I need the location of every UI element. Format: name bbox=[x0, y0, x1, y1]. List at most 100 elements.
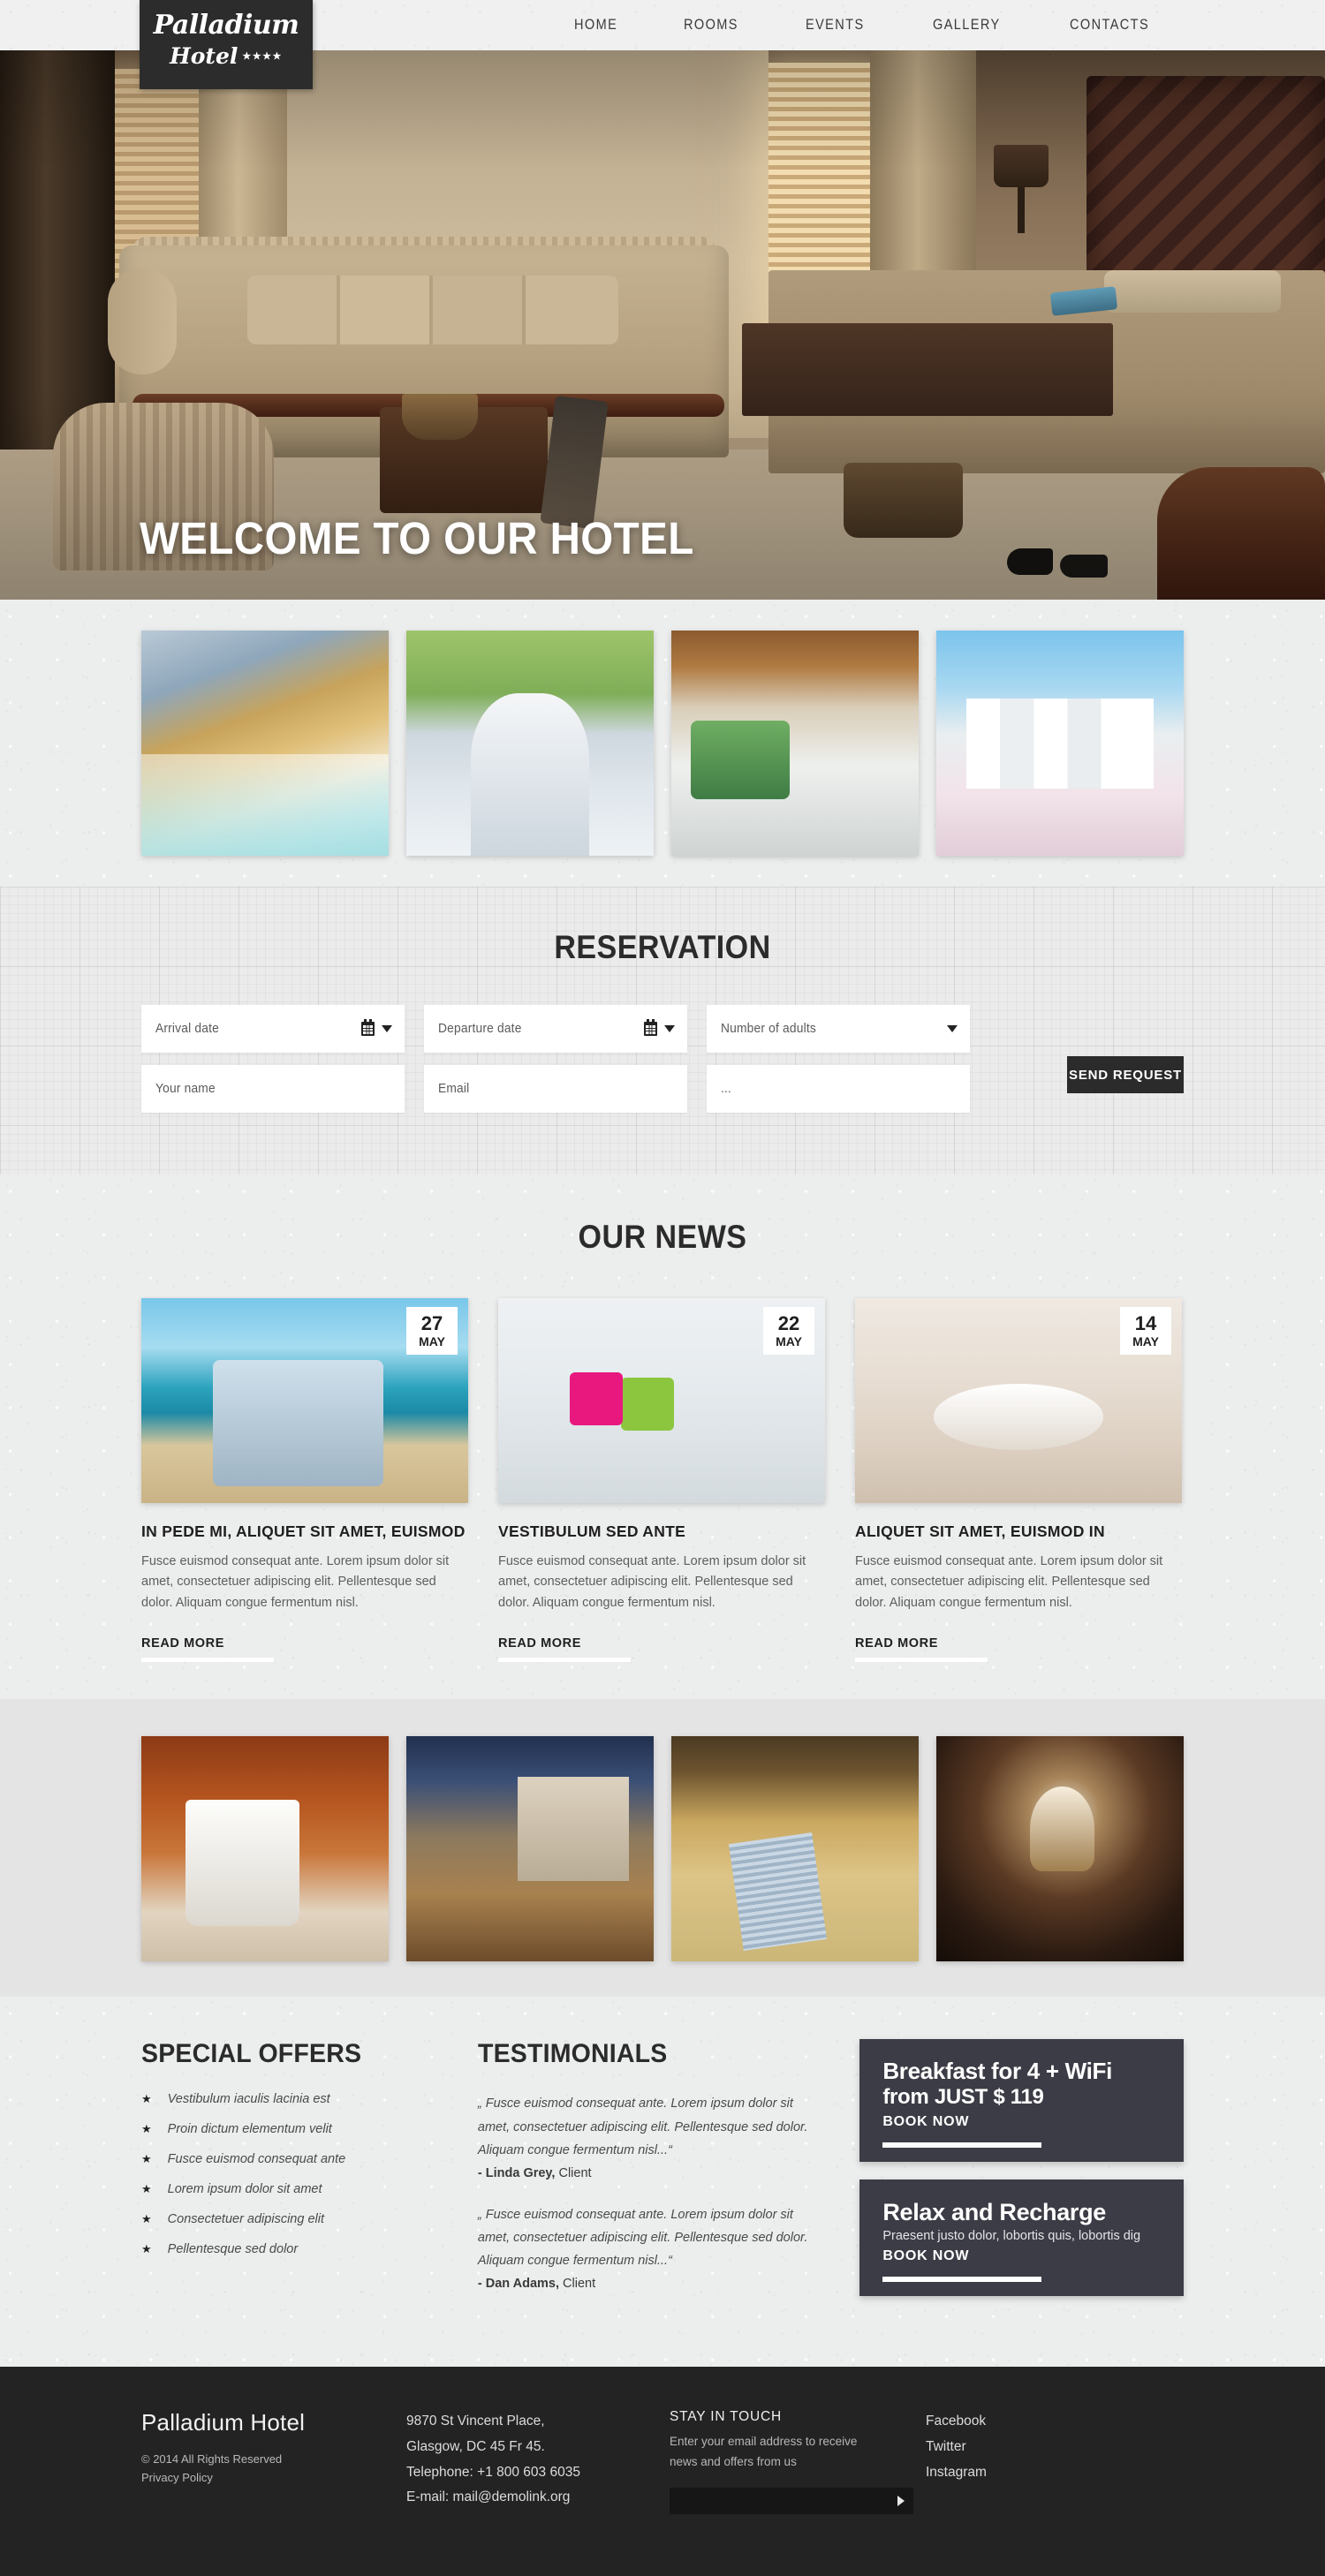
gallery-thumb-service-bell[interactable] bbox=[936, 1736, 1184, 1962]
news-thumbnail-chef-plate[interactable]: 14 MAY bbox=[855, 1298, 1182, 1503]
chevron-down-icon[interactable] bbox=[947, 1025, 958, 1032]
privacy-policy-link[interactable]: Privacy Policy bbox=[141, 2469, 406, 2487]
news-card: 27 MAY IN PEDE MI, ALIQUET SIT AMET, EUI… bbox=[141, 1298, 468, 1663]
social-link-twitter[interactable]: Twitter bbox=[926, 2435, 1147, 2460]
your-name-field[interactable]: Your name bbox=[141, 1065, 405, 1113]
gallery-thumb-coffee-mug[interactable] bbox=[141, 1736, 389, 1962]
site-logo[interactable]: Palladium Hotel ★★★★ bbox=[140, 0, 313, 89]
social-link-instagram[interactable]: Instagram bbox=[926, 2460, 1147, 2486]
nav-item-rooms[interactable]: ROOMS bbox=[684, 17, 738, 34]
special-offer-label: Fusce euismod consequat ante bbox=[167, 2152, 346, 2167]
footer-email-link[interactable]: E-mail: mail@demolink.org bbox=[406, 2489, 570, 2504]
footer-email[interactable]: E-mail: mail@demolink.org bbox=[406, 2485, 670, 2511]
footer-brand-name: Palladium Hotel bbox=[141, 2409, 306, 2436]
departure-date-field[interactable]: Departure date bbox=[424, 1005, 687, 1053]
gallery-thumb-sofa-pillow[interactable] bbox=[671, 1736, 919, 1962]
special-offer-item[interactable]: ★ Lorem ipsum dolor sit amet bbox=[141, 2182, 446, 2196]
gallery-thumb-balcony-bed[interactable] bbox=[671, 631, 919, 856]
nav-item-home[interactable]: HOME bbox=[574, 17, 617, 34]
read-more-underline bbox=[498, 1658, 631, 1663]
subscribe-input-wrapper[interactable] bbox=[670, 2487, 913, 2514]
gallery-thumb-couple-with-map[interactable] bbox=[406, 631, 654, 856]
star-bullet-icon: ★ bbox=[141, 2122, 152, 2136]
reservation-form: Arrival date Departure date Number of ad… bbox=[141, 1005, 1184, 1113]
promo-subheadline: from JUST $ 119 bbox=[882, 2084, 1044, 2109]
news-date-badge: 27 MAY bbox=[406, 1307, 458, 1355]
star-rating-icon: ★★★★ bbox=[242, 49, 283, 62]
testimonial-item: „ Fusce euismod consequat ante. Lorem ip… bbox=[478, 2092, 828, 2179]
news-date-month: MAY bbox=[1132, 1334, 1159, 1348]
gallery-thumb-lobby-bar[interactable] bbox=[141, 631, 389, 856]
nav-item-events[interactable]: EVENTS bbox=[806, 17, 865, 34]
news-card: 14 MAY ALIQUET SIT AMET, EUISMOD IN Fusc… bbox=[855, 1298, 1182, 1663]
gallery-strip-top bbox=[0, 600, 1325, 887]
gallery-strip-bottom bbox=[0, 1699, 1325, 1998]
read-more-underline bbox=[141, 1658, 274, 1663]
special-offers-column: SPECIAL OFFERS ★ Vestibulum iaculis laci… bbox=[141, 2039, 446, 2314]
news-excerpt: Fusce euismod consequat ante. Lorem ipsu… bbox=[855, 1554, 1163, 1610]
testimonial-item: „ Fusce euismod consequat ante. Lorem ip… bbox=[478, 2203, 828, 2291]
news-thumbnail-sofa-pillows[interactable]: 22 MAY bbox=[498, 1298, 825, 1503]
arrival-date-field[interactable]: Arrival date bbox=[141, 1005, 405, 1053]
special-offer-item[interactable]: ★ Consectetuer adipiscing elit bbox=[141, 2212, 446, 2226]
read-more-link[interactable]: READ MORE bbox=[855, 1636, 938, 1651]
read-more-link[interactable]: READ MORE bbox=[498, 1636, 581, 1651]
promo-headline: Breakfast for 4 + WiFi bbox=[882, 2058, 1113, 2085]
footer-copyright: © 2014 All Rights Reserved bbox=[141, 2452, 283, 2466]
reservation-section: RESERVATION Arrival date Departure date bbox=[0, 887, 1325, 1175]
logo-primary-text: Palladium bbox=[153, 10, 299, 41]
news-date-badge: 22 MAY bbox=[763, 1307, 814, 1355]
bottom-content-section: SPECIAL OFFERS ★ Vestibulum iaculis laci… bbox=[0, 1997, 1325, 2367]
subscribe-submit-arrow-icon[interactable] bbox=[897, 2495, 905, 2506]
send-request-button[interactable]: SEND REQUEST bbox=[1067, 1056, 1184, 1093]
email-field[interactable]: Email bbox=[424, 1065, 687, 1113]
special-offer-item[interactable]: ★ Proin dictum elementum velit bbox=[141, 2122, 446, 2136]
news-thumbnail-beach-laptop[interactable]: 27 MAY bbox=[141, 1298, 468, 1503]
gallery-thumb-lounge-interior[interactable] bbox=[406, 1736, 654, 1962]
subscribe-email-input[interactable] bbox=[670, 2494, 913, 2508]
news-headline[interactable]: VESTIBULUM SED ANTE bbox=[498, 1522, 825, 1541]
footer-social-column: Facebook Twitter Instagram bbox=[926, 2409, 1147, 2514]
star-bullet-icon: ★ bbox=[141, 2092, 152, 2106]
special-offer-item[interactable]: ★ Fusce euismod consequat ante bbox=[141, 2152, 446, 2166]
testimonial-author: - Dan Adams, bbox=[477, 2276, 560, 2291]
nav-item-contacts[interactable]: CONTACTS bbox=[1070, 17, 1149, 34]
news-headline[interactable]: IN PEDE MI, ALIQUET SIT AMET, EUISMOD bbox=[141, 1522, 468, 1541]
book-now-link[interactable]: BOOK NOW bbox=[882, 2114, 1161, 2130]
chevron-down-icon[interactable] bbox=[664, 1025, 675, 1032]
footer-contact-column: 9870 St Vincent Place, Glasgow, DC 45 Fr… bbox=[406, 2409, 670, 2514]
testimonial-attribution: - Dan Adams, Client bbox=[478, 2277, 828, 2291]
special-offer-item[interactable]: ★ Pellentesque sed dolor bbox=[141, 2242, 446, 2256]
calendar-icon[interactable] bbox=[361, 1019, 375, 1036]
news-date-month: MAY bbox=[776, 1334, 802, 1348]
promo-underline bbox=[882, 2277, 1042, 2283]
read-more-link[interactable]: READ MORE bbox=[141, 1636, 224, 1651]
promo-banner-relax[interactable]: Relax and Recharge Praesent justo dolor,… bbox=[859, 2179, 1184, 2297]
testimonial-role: Client bbox=[559, 2276, 596, 2291]
extra-field[interactable]: ... bbox=[707, 1065, 970, 1113]
star-bullet-icon: ★ bbox=[141, 2242, 152, 2256]
hero-banner: WELCOME TO OUR HOTEL bbox=[0, 49, 1325, 600]
stay-in-touch-text: Enter your email address to receive news… bbox=[670, 2435, 858, 2468]
book-now-link[interactable]: BOOK NOW bbox=[882, 2248, 1161, 2264]
gallery-thumb-wedding-chairs[interactable] bbox=[936, 631, 1184, 856]
promo-underline bbox=[882, 2142, 1042, 2149]
chevron-down-icon[interactable] bbox=[382, 1025, 392, 1032]
stay-in-touch-title: STAY IN TOUCH bbox=[670, 2409, 782, 2425]
star-bullet-icon: ★ bbox=[141, 2182, 152, 2196]
reservation-title: RESERVATION bbox=[554, 929, 771, 965]
social-link-facebook[interactable]: Facebook bbox=[926, 2409, 1147, 2435]
promo-banner-breakfast[interactable]: Breakfast for 4 + WiFi from JUST $ 119 B… bbox=[859, 2039, 1184, 2163]
footer-telephone: Telephone: +1 800 603 6035 bbox=[406, 2464, 580, 2480]
news-date-day: 14 bbox=[1134, 1312, 1157, 1334]
arrival-date-placeholder: Arrival date bbox=[155, 1022, 219, 1036]
news-excerpt: Fusce euismod consequat ante. Lorem ipsu… bbox=[141, 1554, 450, 1610]
special-offer-item[interactable]: ★ Vestibulum iaculis lacinia est bbox=[141, 2092, 446, 2106]
nav-item-gallery[interactable]: GALLERY bbox=[933, 17, 1001, 34]
calendar-icon[interactable] bbox=[644, 1019, 657, 1036]
testimonials-title: TESTIMONIALS bbox=[477, 2039, 668, 2069]
special-offer-label: Vestibulum iaculis lacinia est bbox=[167, 2092, 330, 2107]
number-of-adults-select[interactable]: Number of adults bbox=[707, 1005, 970, 1053]
news-headline[interactable]: ALIQUET SIT AMET, EUISMOD IN bbox=[855, 1522, 1182, 1541]
main-navigation: HOME ROOMS EVENTS GALLERY CONTACTS bbox=[574, 0, 1160, 50]
